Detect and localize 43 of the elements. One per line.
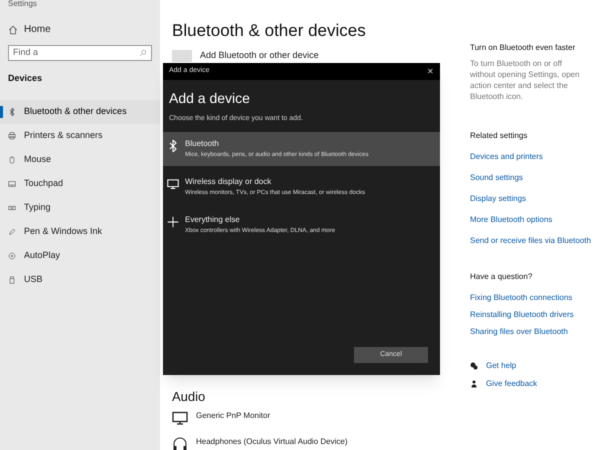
bluetooth-icon (167, 140, 179, 152)
page-title: Bluetooth & other devices (172, 20, 367, 42)
close-button[interactable]: ✕ (427, 66, 434, 78)
help-link[interactable]: Give feedback (486, 378, 538, 390)
search-field[interactable]: Find a (8, 45, 152, 61)
sidebar-item[interactable]: Bluetooth & other devices (0, 100, 160, 124)
window-title: Settings (7, 0, 38, 10)
home-link[interactable]: Home (24, 22, 51, 37)
add-device-button[interactable]: Add Bluetooth or other device (172, 50, 450, 62)
bluetooth-icon (8, 108, 16, 116)
feedback-icon (470, 380, 478, 388)
device-name: Headphones (Oculus Virtual Audio Device) (196, 436, 348, 448)
device-name: Generic PnP Monitor (196, 410, 270, 422)
section-heading: Related settings (470, 130, 528, 142)
monitor-icon (167, 178, 179, 190)
settings-link[interactable]: Sound settings (470, 172, 600, 184)
search-icon (139, 49, 147, 57)
section-heading: Have a question? (470, 271, 534, 283)
monitor-icon (172, 410, 188, 426)
home-icon (8, 24, 18, 34)
settings-link[interactable]: Send or receive files via Bluetooth (470, 235, 600, 247)
touchpad-icon (8, 180, 16, 188)
help-link[interactable]: Fixing Bluetooth connections (470, 292, 600, 304)
dialog-heading: Add a device (168, 89, 251, 108)
autoplay-icon (8, 252, 16, 260)
keyboard-icon (8, 204, 16, 212)
settings-link[interactable]: Devices and printers (470, 151, 600, 163)
section-heading: Devices (7, 72, 44, 85)
printer-icon (8, 132, 16, 140)
headphones-icon (172, 436, 188, 450)
settings-link[interactable]: Display settings (470, 193, 600, 205)
section-heading: Audio (172, 388, 206, 406)
usb-icon (8, 276, 16, 284)
help-link[interactable]: Sharing files over Bluetooth (470, 326, 600, 338)
settings-link[interactable]: More Bluetooth options (470, 214, 600, 226)
tip-text: To turn Bluetooth on or off without opening Settings, open action center and select the Bluetooth icon. (470, 58, 580, 102)
mouse-icon (8, 156, 16, 164)
help-link[interactable]: Get help (486, 360, 516, 372)
plus-icon (167, 216, 179, 228)
section-heading: Turn on Bluetooth even faster (470, 42, 576, 54)
pen-icon (8, 228, 16, 236)
selection-indicator (0, 106, 3, 118)
help-link[interactable]: Reinstalling Bluetooth drivers (470, 309, 600, 321)
